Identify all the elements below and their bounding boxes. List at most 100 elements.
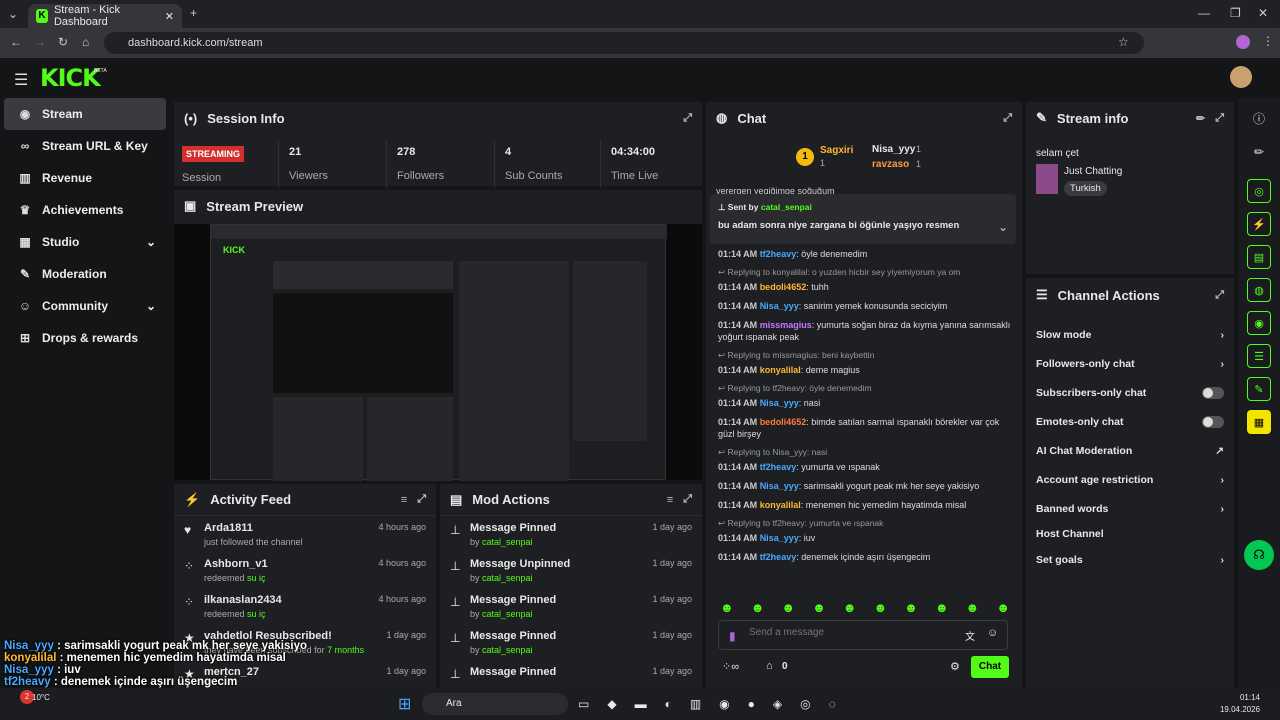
account-age-row[interactable]: Account age restriction › — [1026, 465, 1234, 494]
translate-icon[interactable]: 文 — [965, 628, 975, 643]
message-username[interactable]: missmagius — [760, 320, 812, 330]
info-icon[interactable]: ⓘ — [1238, 110, 1280, 127]
channel-points-icon[interactable]: ⁘∞ — [722, 660, 739, 673]
sidebar-item-stream[interactable]: ◉ Stream — [4, 98, 166, 130]
user-avatar[interactable] — [1230, 66, 1252, 88]
message-username[interactable]: tf2heavy — [760, 552, 797, 562]
ai-moderation-row[interactable]: AI Chat Moderation ↗ — [1026, 436, 1234, 465]
explorer-icon[interactable]: ▬ — [635, 697, 647, 711]
message-username[interactable]: konyalilal — [760, 365, 801, 375]
support-headset-icon[interactable]: ☊ — [1244, 540, 1274, 570]
mic-icon[interactable]: ▮ — [729, 629, 736, 643]
app-icon[interactable]: ◈ — [773, 697, 782, 711]
set-goals-row[interactable]: Set goals › — [1026, 545, 1234, 574]
chat-bubble-icon[interactable]: ◍ — [1247, 278, 1271, 302]
filter-icon[interactable]: ≡ — [401, 494, 407, 506]
emote-icon[interactable]: ☻ — [812, 600, 826, 615]
emote-icon[interactable]: ☻ — [904, 600, 918, 615]
close-window-icon[interactable]: ✕ — [1258, 6, 1268, 20]
store-icon[interactable]: ▥ — [690, 697, 701, 711]
sidebar-item-moderation[interactable]: ✎ Moderation — [4, 258, 166, 290]
message-username[interactable]: tf2heavy — [760, 249, 797, 259]
expand-icon[interactable]: ⤢ — [683, 112, 692, 125]
subscribers-only-toggle[interactable] — [1202, 386, 1224, 399]
message-username[interactable]: bedoli4652 — [760, 417, 807, 427]
message-username[interactable]: bedoli4652 — [760, 282, 807, 292]
expand-icon[interactable]: ⤢ — [1215, 289, 1224, 302]
camera-icon[interactable]: ◎ — [1247, 179, 1271, 203]
browser-menu-icon[interactable]: ⋮ — [1262, 34, 1274, 48]
clipboard-icon[interactable]: ▤ — [1247, 245, 1271, 269]
clapper-icon[interactable]: ▦ — [1247, 410, 1271, 434]
emote-icon[interactable]: ☻ — [751, 600, 765, 615]
sidebar-item-drops-rewards[interactable]: ⊞ Drops & rewards — [4, 322, 166, 354]
edit-icon[interactable]: ✏ — [1196, 112, 1205, 125]
pinned-message[interactable]: ⊥ Sent by catal_senpai bu adam sonra niy… — [710, 194, 1016, 244]
sidebar-item-studio[interactable]: ▦ Studio ⌄ — [4, 226, 166, 258]
emote-icon[interactable]: ☻ — [935, 600, 949, 615]
emoji-icon[interactable]: ☺ — [987, 627, 998, 639]
video-player[interactable]: KICK — [174, 224, 702, 481]
discord-icon[interactable]: ● — [748, 697, 755, 711]
emote-icon[interactable]: ☻ — [781, 600, 795, 615]
windows-start-icon[interactable]: ⊞ — [398, 694, 411, 714]
expand-icon[interactable]: ⤢ — [1215, 112, 1224, 125]
chevron-down-icon[interactable]: ⌄ — [998, 220, 1008, 234]
message-username[interactable]: Nisa_yyy — [760, 301, 799, 311]
chat-input-box[interactable]: ▮ 文 ☺ — [718, 620, 1008, 650]
profile-avatar-icon[interactable] — [1236, 35, 1250, 49]
emote-icon[interactable]: ☻ — [966, 600, 980, 615]
emotes-only-toggle[interactable] — [1202, 415, 1224, 428]
taskbar-search[interactable]: Ara — [422, 693, 568, 715]
url-field[interactable]: dashboard.kick.com/stream — [104, 32, 1144, 54]
expand-icon[interactable]: ⤢ — [417, 493, 426, 506]
sidebar-item-achievements[interactable]: ♛ Achievements — [4, 194, 166, 226]
emote-icon[interactable]: ☻ — [873, 600, 887, 615]
maximize-icon[interactable]: ❐ — [1230, 6, 1241, 20]
message-username[interactable]: Nisa_yyy — [760, 481, 799, 491]
minimize-icon[interactable]: — — [1198, 6, 1210, 20]
reload-icon[interactable]: ↻ — [58, 35, 68, 49]
kick-logo[interactable]: KICK — [40, 64, 101, 92]
message-username[interactable]: konyalilal — [760, 500, 801, 510]
chat-input[interactable] — [749, 627, 949, 638]
sidebar-item-community[interactable]: ☺ Community ⌄ — [4, 290, 166, 322]
back-icon[interactable]: ← — [10, 35, 22, 49]
banned-words-row[interactable]: Banned words › — [1026, 494, 1234, 523]
slow-mode-row[interactable]: Slow mode › — [1026, 320, 1234, 349]
emote-icon[interactable]: ☻ — [720, 600, 734, 615]
app-icon[interactable]: ◌ — [829, 697, 836, 711]
message-username[interactable]: tf2heavy — [760, 462, 797, 472]
edit-icon[interactable]: ✏ — [1238, 145, 1280, 159]
emote-icon[interactable]: ☻ — [843, 600, 857, 615]
lightning-icon[interactable]: ⚡ — [1247, 212, 1271, 236]
message-username[interactable]: Nisa_yyy — [760, 398, 799, 408]
new-tab-icon[interactable]: + — [190, 6, 197, 20]
home-icon[interactable]: ⌂ — [82, 35, 89, 49]
copilot-icon[interactable]: ◆ — [607, 697, 616, 711]
filter-icon[interactable]: ≡ — [667, 494, 673, 506]
sidebar-item-revenue[interactable]: ▥ Revenue — [4, 162, 166, 194]
forward-icon[interactable]: → — [34, 35, 46, 49]
sidebar-item-stream-url-key[interactable]: ∞ Stream URL & Key — [4, 130, 166, 162]
sliders-icon[interactable]: ☰ — [1247, 344, 1271, 368]
host-channel-row[interactable]: Host Channel — [1026, 523, 1234, 545]
broadcast-icon[interactable]: ◉ — [1247, 311, 1271, 335]
expand-icon[interactable]: ⤢ — [1003, 112, 1012, 125]
followers-only-row[interactable]: Followers-only chat › — [1026, 349, 1234, 378]
close-tab-icon[interactable]: ✕ — [165, 10, 174, 23]
emote-icon[interactable]: ☻ — [996, 600, 1010, 615]
expand-icon[interactable]: ⤢ — [683, 493, 692, 506]
taskview-icon[interactable]: ▭ — [578, 697, 589, 711]
edge-icon[interactable]: ◐ — [665, 697, 672, 711]
chrome-icon[interactable]: ◉ — [719, 697, 729, 711]
browser-tab[interactable]: K Stream - Kick Dashboard ✕ — [28, 4, 182, 28]
message-username[interactable]: Nisa_yyy — [760, 533, 799, 543]
tab-list-icon[interactable]: ⌄ — [8, 7, 18, 21]
bookmark-star-icon[interactable]: ☆ — [1118, 35, 1129, 49]
spotify-icon[interactable]: ◎ — [800, 697, 810, 711]
store-icon[interactable]: ⌂ — [766, 660, 773, 672]
hamburger-menu-icon[interactable]: ☰ — [14, 70, 28, 90]
send-chat-button[interactable]: Chat — [971, 656, 1009, 678]
wrench-icon[interactable]: ✎ — [1247, 377, 1271, 401]
